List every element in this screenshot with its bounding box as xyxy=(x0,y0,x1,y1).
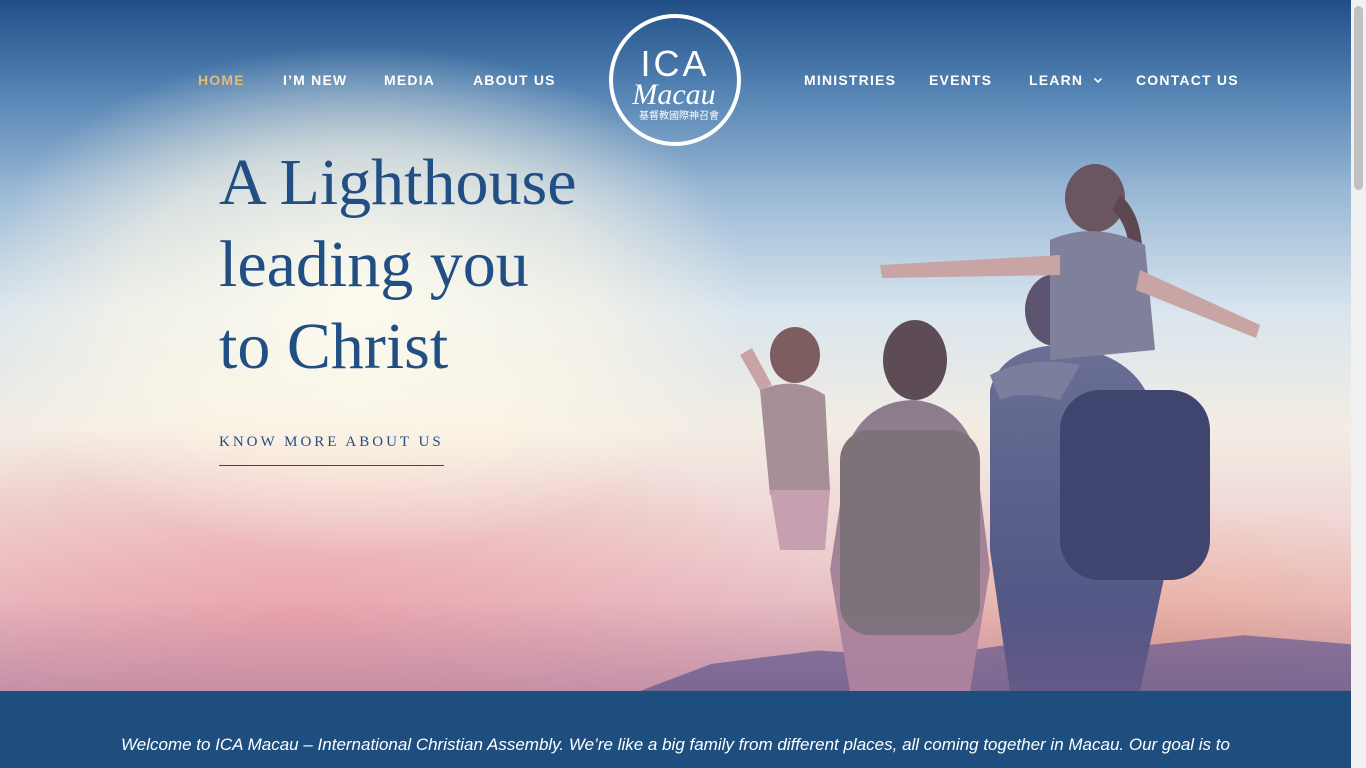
nav-contact-us[interactable]: CONTACT US xyxy=(1136,70,1239,90)
page-scrollbar[interactable] xyxy=(1351,0,1366,768)
ica-macau-logo[interactable]: ICA Macau 基督教國際神召會 xyxy=(609,14,741,146)
know-more-button[interactable]: KNOW MORE ABOUT US xyxy=(219,434,444,466)
nav-about-us[interactable]: ABOUT US xyxy=(473,70,556,90)
headline-line-1: A Lighthouse xyxy=(219,146,577,219)
mountains-background xyxy=(640,635,1351,691)
hero-headline: A Lighthouse leading you to Christ xyxy=(219,142,689,388)
nav-im-new[interactable]: I’M NEW xyxy=(283,70,347,90)
welcome-text: Welcome to ICA Macau – International Chr… xyxy=(121,735,1230,754)
logo-mark: ICA Macau 基督教國際神召會 xyxy=(631,43,719,122)
family-photo xyxy=(740,164,1260,691)
headline-line-2: leading you xyxy=(219,228,529,301)
logo-text-macau: Macau xyxy=(631,78,715,111)
nav-media[interactable]: MEDIA xyxy=(384,70,435,90)
scrollbar-thumb[interactable] xyxy=(1354,6,1363,190)
logo-text-chinese: 基督教國際神召會 xyxy=(639,109,719,122)
page: HOME I’M NEW MEDIA ABOUT US ICA Macau 基督… xyxy=(0,0,1366,768)
main-nav: HOME I’M NEW MEDIA ABOUT US ICA Macau 基督… xyxy=(0,0,1351,150)
welcome-band: Welcome to ICA Macau – International Chr… xyxy=(0,691,1351,768)
nav-learn[interactable]: LEARN xyxy=(1029,70,1104,90)
nav-ministries[interactable]: MINISTRIES xyxy=(804,70,896,90)
nav-home[interactable]: HOME xyxy=(198,70,245,90)
nav-events[interactable]: EVENTS xyxy=(929,70,992,90)
headline-line-3: to Christ xyxy=(219,310,449,383)
chevron-down-icon xyxy=(1094,77,1103,84)
nav-learn-label: LEARN xyxy=(1029,72,1084,88)
